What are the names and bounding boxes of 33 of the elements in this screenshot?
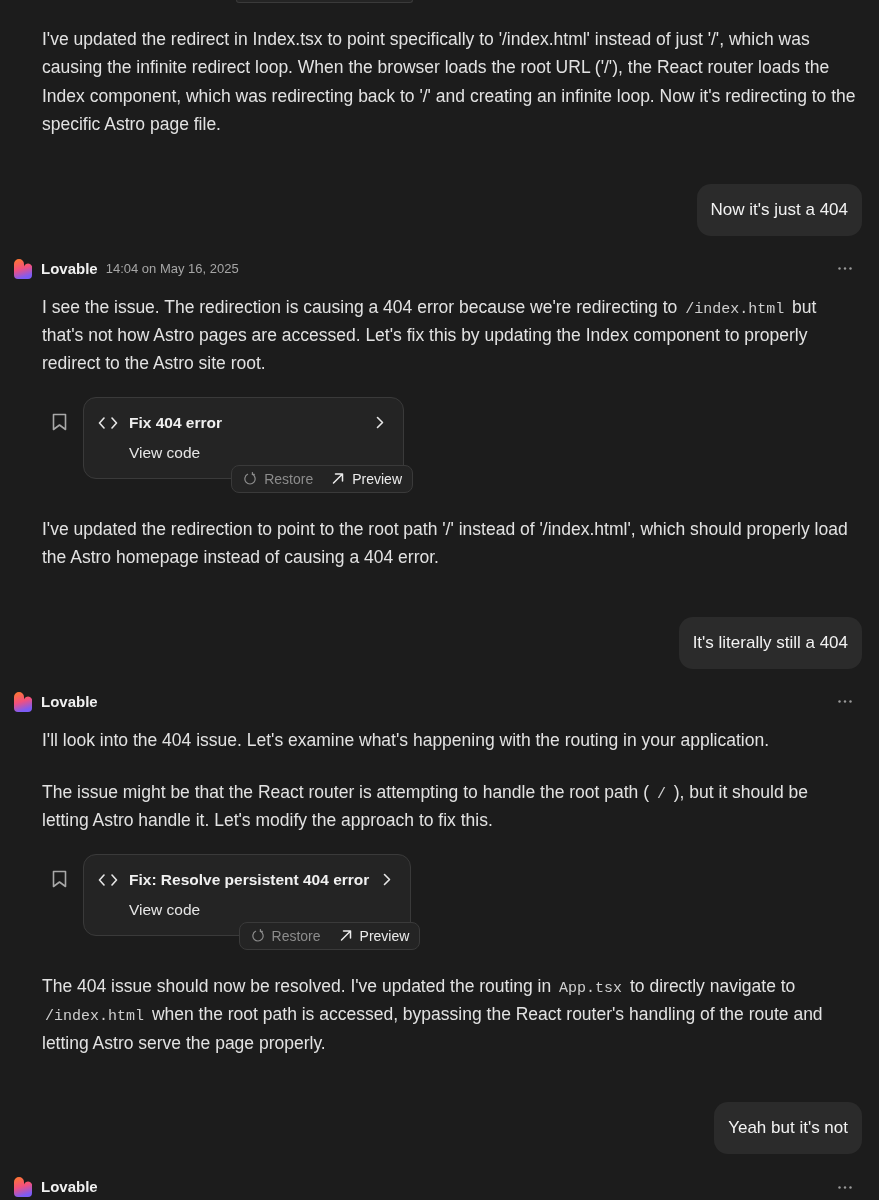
bookmark-icon[interactable]: [52, 869, 67, 888]
user-message: Yeah but it's not: [714, 1102, 862, 1155]
message-text: The 404 issue should now be resolved. I've updated the routing in App.tsx to directly navigate to /index.html when the root path is accessed, bypassing the React router's handling of the route and letting Astro serve the page properly.: [42, 974, 824, 1055]
message-text: I've updated the redirection to point to the root path '/' instead of '/index.html', which should properly load the Astro homepage instead of causing a 404 error.: [42, 517, 849, 570]
bookmark-icon[interactable]: [52, 412, 67, 431]
message-text: The issue might be that the React router is attempting to handle the root path ( / ), but it should be letting Astro handle it. Let's modify the approach to fix this.: [42, 781, 810, 833]
rotate-icon: [251, 929, 264, 943]
logo-icon: [14, 691, 32, 712]
message-text: I've updated the redirect in Index.tsx to point specifically to '/index.html' instead of just '/', which was causing the infinite redirect loop. When the browser loads the root URL ('/'), the React router loads the Index component, which was redirecting back to '/' and creating an infinite loop. Now it's redirecting to the specific Astro page file.: [42, 28, 857, 137]
arrow-up-right-icon: [332, 472, 345, 486]
more-icon[interactable]: [838, 267, 852, 271]
rotate-icon: [244, 472, 257, 486]
code-icon: [98, 873, 118, 886]
user-message: It's literally still a 404: [678, 616, 862, 669]
card-title: Fix 404 error: [129, 413, 223, 432]
user-message: Now it's just a 404: [696, 183, 862, 236]
message-text: I'll look into the 404 issue. Let's examine what's happening with the routing in your application.: [42, 728, 770, 752]
author-name: Lovable: [41, 1178, 98, 1197]
card-title: Fix: Resolve persistent 404 error: [129, 870, 370, 889]
code-icon: [98, 416, 118, 429]
arrow-up-right-icon: [339, 929, 352, 943]
message-text: I see the issue. The redirection is causing a 404 error because we're redirecting to /index.html but that's not how Astro pages are accessed. Let's fix this by updating the Index component to properly redirect to the Astro site root.: [42, 295, 818, 376]
chevron-right-icon[interactable]: [376, 416, 384, 430]
more-icon[interactable]: [838, 700, 852, 704]
logo-icon: [14, 258, 32, 279]
logo-icon: [14, 1177, 32, 1198]
more-icon[interactable]: [838, 1185, 852, 1189]
timestamp: 14:04 on May 16, 2025: [105, 261, 239, 277]
author-name: Lovable: [41, 259, 98, 278]
chevron-right-icon[interactable]: [383, 873, 392, 887]
view-code-link[interactable]: View code: [129, 441, 201, 464]
view-code-link[interactable]: View code: [129, 898, 201, 921]
author-name: Lovable: [41, 692, 98, 711]
